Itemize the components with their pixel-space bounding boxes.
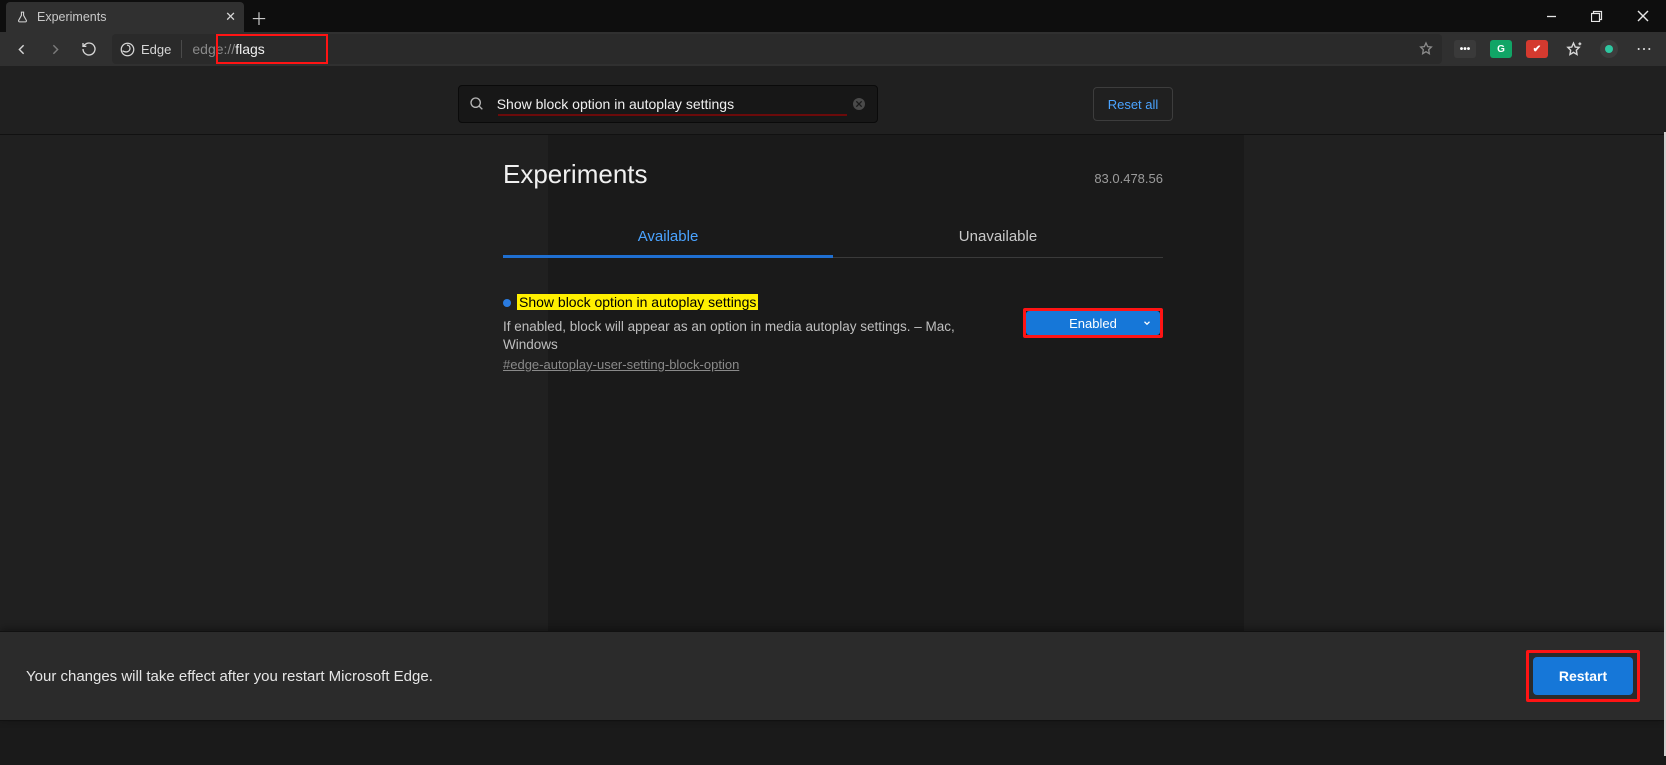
maximize-button[interactable] (1574, 0, 1620, 32)
flag-anchor-link[interactable]: #edge-autoplay-user-setting-block-option (503, 357, 739, 372)
search-row: Reset all (0, 66, 1666, 135)
browser-tab[interactable]: Experiments ✕ (6, 2, 244, 32)
window-controls (1528, 0, 1666, 32)
restart-banner: Your changes will take effect after you … (0, 631, 1666, 721)
flag-state-select[interactable]: Enabled (1026, 311, 1160, 335)
annotation-highlight-select: Enabled (1023, 308, 1163, 338)
tabs: Available Unavailable (503, 218, 1163, 258)
address-bar[interactable]: Edge edge://flags (112, 34, 1442, 64)
titlebar: Experiments ✕ ＋ (0, 0, 1666, 32)
minimize-button[interactable] (1528, 0, 1574, 32)
annotation-highlight-restart: Restart (1526, 650, 1640, 702)
page-title: Experiments (503, 159, 648, 190)
more-menu-button[interactable]: ⋯ (1630, 34, 1660, 64)
forward-button[interactable] (40, 34, 70, 64)
site-identity: Edge (120, 42, 171, 57)
flag-search-input[interactable] (495, 95, 841, 113)
identity-label: Edge (141, 42, 171, 57)
tab-available[interactable]: Available (503, 218, 833, 258)
clear-search-icon[interactable] (851, 96, 867, 112)
extension-todoist-icon[interactable]: ✔ (1522, 34, 1552, 64)
reset-all-label: Reset all (1108, 97, 1159, 112)
flag-title: Show block option in autoplay settings (517, 294, 758, 310)
flask-icon (16, 10, 29, 24)
restart-button[interactable]: Restart (1533, 657, 1633, 695)
extension-lastpass-icon[interactable]: ••• (1450, 34, 1480, 64)
new-tab-button[interactable]: ＋ (244, 2, 274, 32)
favorite-icon[interactable] (1418, 41, 1434, 57)
experiments-panel: Experiments 83.0.478.56 Available Unavai… (503, 135, 1163, 374)
favorites-button[interactable] (1558, 34, 1588, 64)
chevron-down-icon (1142, 318, 1152, 328)
flag-entry: Show block option in autoplay settings I… (503, 294, 1163, 374)
profile-button[interactable] (1594, 34, 1624, 64)
url-text: edge://flags (192, 41, 264, 57)
refresh-button[interactable] (74, 34, 104, 64)
below-banner-area (0, 721, 1666, 765)
extension-grammarly-icon[interactable]: G (1486, 34, 1516, 64)
url-path: flags (235, 41, 265, 57)
version-label: 83.0.478.56 (1094, 171, 1163, 186)
annotation-underline-search (498, 114, 847, 116)
close-window-button[interactable] (1620, 0, 1666, 32)
restart-message: Your changes will take effect after you … (26, 668, 433, 685)
content-shell: Experiments 83.0.478.56 Available Unavai… (0, 135, 1666, 765)
flag-description: If enabled, block will appear as an opti… (503, 318, 1005, 353)
search-icon (469, 96, 485, 112)
flag-modified-dot-icon (503, 299, 511, 307)
page: Reset all Experiments 83.0.478.56 Availa… (0, 66, 1666, 756)
tab-title: Experiments (37, 10, 106, 24)
flag-state-value: Enabled (1069, 316, 1117, 331)
restart-button-label: Restart (1559, 668, 1607, 684)
close-tab-icon[interactable]: ✕ (225, 9, 236, 25)
tab-unavailable[interactable]: Unavailable (833, 218, 1163, 257)
toolbar: Edge edge://flags ••• G ✔ ⋯ (0, 32, 1666, 66)
back-button[interactable] (6, 34, 36, 64)
flag-search-box[interactable] (458, 85, 878, 123)
divider (181, 40, 182, 58)
url-scheme: edge:// (192, 41, 235, 57)
reset-all-button[interactable]: Reset all (1093, 87, 1174, 121)
